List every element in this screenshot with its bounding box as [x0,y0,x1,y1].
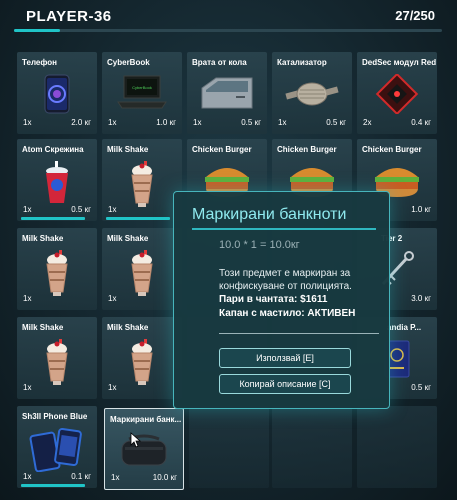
inventory-slot-car-door[interactable]: Врата от кола 1x 0.5 кг [187,52,267,134]
tooltip-money-in-bag: Пари в чантата: $1611 [219,294,328,305]
inventory-slot-milkshake-2[interactable]: Milk Shake 1x [17,228,97,310]
inventory-slot-marked-banknotes[interactable]: Маркирани банк... 1x 10.0 кг [104,408,184,490]
item-weight: 10.0 кг [152,473,177,482]
item-qty: 1x [23,118,32,127]
item-qty: 1x [108,205,117,214]
item-qty: 1x [278,118,287,127]
milkshake-icon [46,339,68,385]
item-weight: 1.0 кг [156,118,176,127]
item-label: Milk Shake [107,234,149,243]
durability-bar [21,484,85,487]
tooltip-weight-formula: 10.0 * 1 = 10.0кг [219,239,300,251]
inventory-header: PLAYER-36 27/250 [0,0,457,34]
copy-description-button[interactable]: Копирай описание [C] [219,374,351,394]
sh3ll-phone-icon [29,428,82,472]
inventory-slot-dedsec-module[interactable]: DedSec модул Red 2x 0.4 кг [357,52,437,134]
item-qty: 1x [193,118,202,127]
tooltip-title: Маркирани банкноти [192,206,347,223]
item-qty: 1x [108,294,117,303]
item-qty: 1x [111,473,120,482]
item-label: Milk Shake [107,145,149,154]
inventory-slot-cyberbook[interactable]: CyberBook CyberBook 1x 1.0 кг [102,52,182,134]
item-label: Телефон [22,58,57,67]
money-bag-icon [121,434,167,466]
item-qty: 1x [23,205,32,214]
durability-bar [21,217,85,220]
item-weight: 3.0 кг [411,294,431,303]
tooltip-description: Този предмет е маркиран за конфискуване … [219,268,352,292]
item-label: Milk Shake [107,323,149,332]
item-weight: 0.4 кг [411,118,431,127]
milkshake-icon [131,161,153,207]
item-qty: 1x [23,383,32,392]
laptop-icon: CyberBook [117,75,167,109]
inventory-slot-atom-slush[interactable]: Atom Скрежина 1x 0.5 кг [17,139,97,221]
car-door-icon [201,77,253,109]
milkshake-icon [46,250,68,296]
durability-bar [106,217,170,220]
catalytic-converter-icon [285,82,339,106]
item-label: Sh3ll Phone Blue [22,412,88,421]
item-label: Milk Shake [22,323,64,332]
tooltip-ink-trap: Капан с мастило: АКТИВЕН [219,308,356,319]
item-label: Катализатор [277,58,327,67]
slush-cup-icon [46,161,68,203]
inventory-slot-milkshake-1[interactable]: Milk Shake 1x [102,139,182,221]
use-button[interactable]: Използвай [E] [219,348,351,368]
inventory-slot-milkshake-4[interactable]: Milk Shake 1x [17,317,97,399]
inventory-slot-empty[interactable] [272,406,352,488]
item-qty: 1x [108,383,117,392]
chip-module-icon [375,74,419,114]
item-qty: 1x [23,472,32,481]
item-weight: 0.5 кг [411,383,431,392]
item-weight: 0.1 кг [71,472,91,481]
item-weight: 1.0 кг [411,205,431,214]
inventory-slot-phone[interactable]: Телефон 1x 2.0 кг [17,52,97,134]
inventory-slot-milkshake-5[interactable]: Milk Shake 1x [102,317,182,399]
item-qty: 1x [108,118,117,127]
item-weight: 0.5 кг [241,118,261,127]
capacity-bar [14,29,442,32]
item-weight: 0.5 кг [326,118,346,127]
capacity-bar-fill [14,29,61,32]
inventory-slot-empty[interactable] [189,406,269,488]
item-qty: 1x [23,294,32,303]
inventory-slot-sh3ll-phone[interactable]: Sh3ll Phone Blue 1x 0.1 кг [17,406,97,488]
player-name: PLAYER-36 [26,8,112,25]
item-label: Врата от кола [192,58,247,67]
inventory-capacity: 27/250 [395,8,435,23]
inventory-slot-catalytic-converter[interactable]: Катализатор 1x 0.5 кг [272,52,352,134]
item-tooltip: Маркирани банкноти 10.0 * 1 = 10.0кг Тоз… [173,191,390,409]
tooltip-divider [219,333,379,334]
inventory-slot-empty[interactable] [357,406,437,488]
item-label: Chicken Burger [362,145,422,154]
phone-icon [44,74,70,114]
item-weight: 0.5 кг [71,205,91,214]
item-label: CyberBook [107,58,150,67]
item-label: andia P... [387,323,422,332]
item-label: Chicken Burger [192,145,252,154]
item-label: DedSec модул Red [362,58,437,67]
milkshake-icon [131,339,153,385]
item-weight: 2.0 кг [71,118,91,127]
item-label: Chicken Burger [277,145,337,154]
svg-text:CyberBook: CyberBook [132,85,152,90]
item-qty: 2x [363,118,372,127]
milkshake-icon [131,250,153,296]
tooltip-title-underline [192,228,376,230]
inventory-slot-milkshake-3[interactable]: Milk Shake 1x [102,228,182,310]
item-label: Маркирани банк... [110,415,182,424]
item-label: Atom Скрежина [22,145,84,154]
item-label: Milk Shake [22,234,64,243]
mouse-cursor-icon [130,432,142,448]
